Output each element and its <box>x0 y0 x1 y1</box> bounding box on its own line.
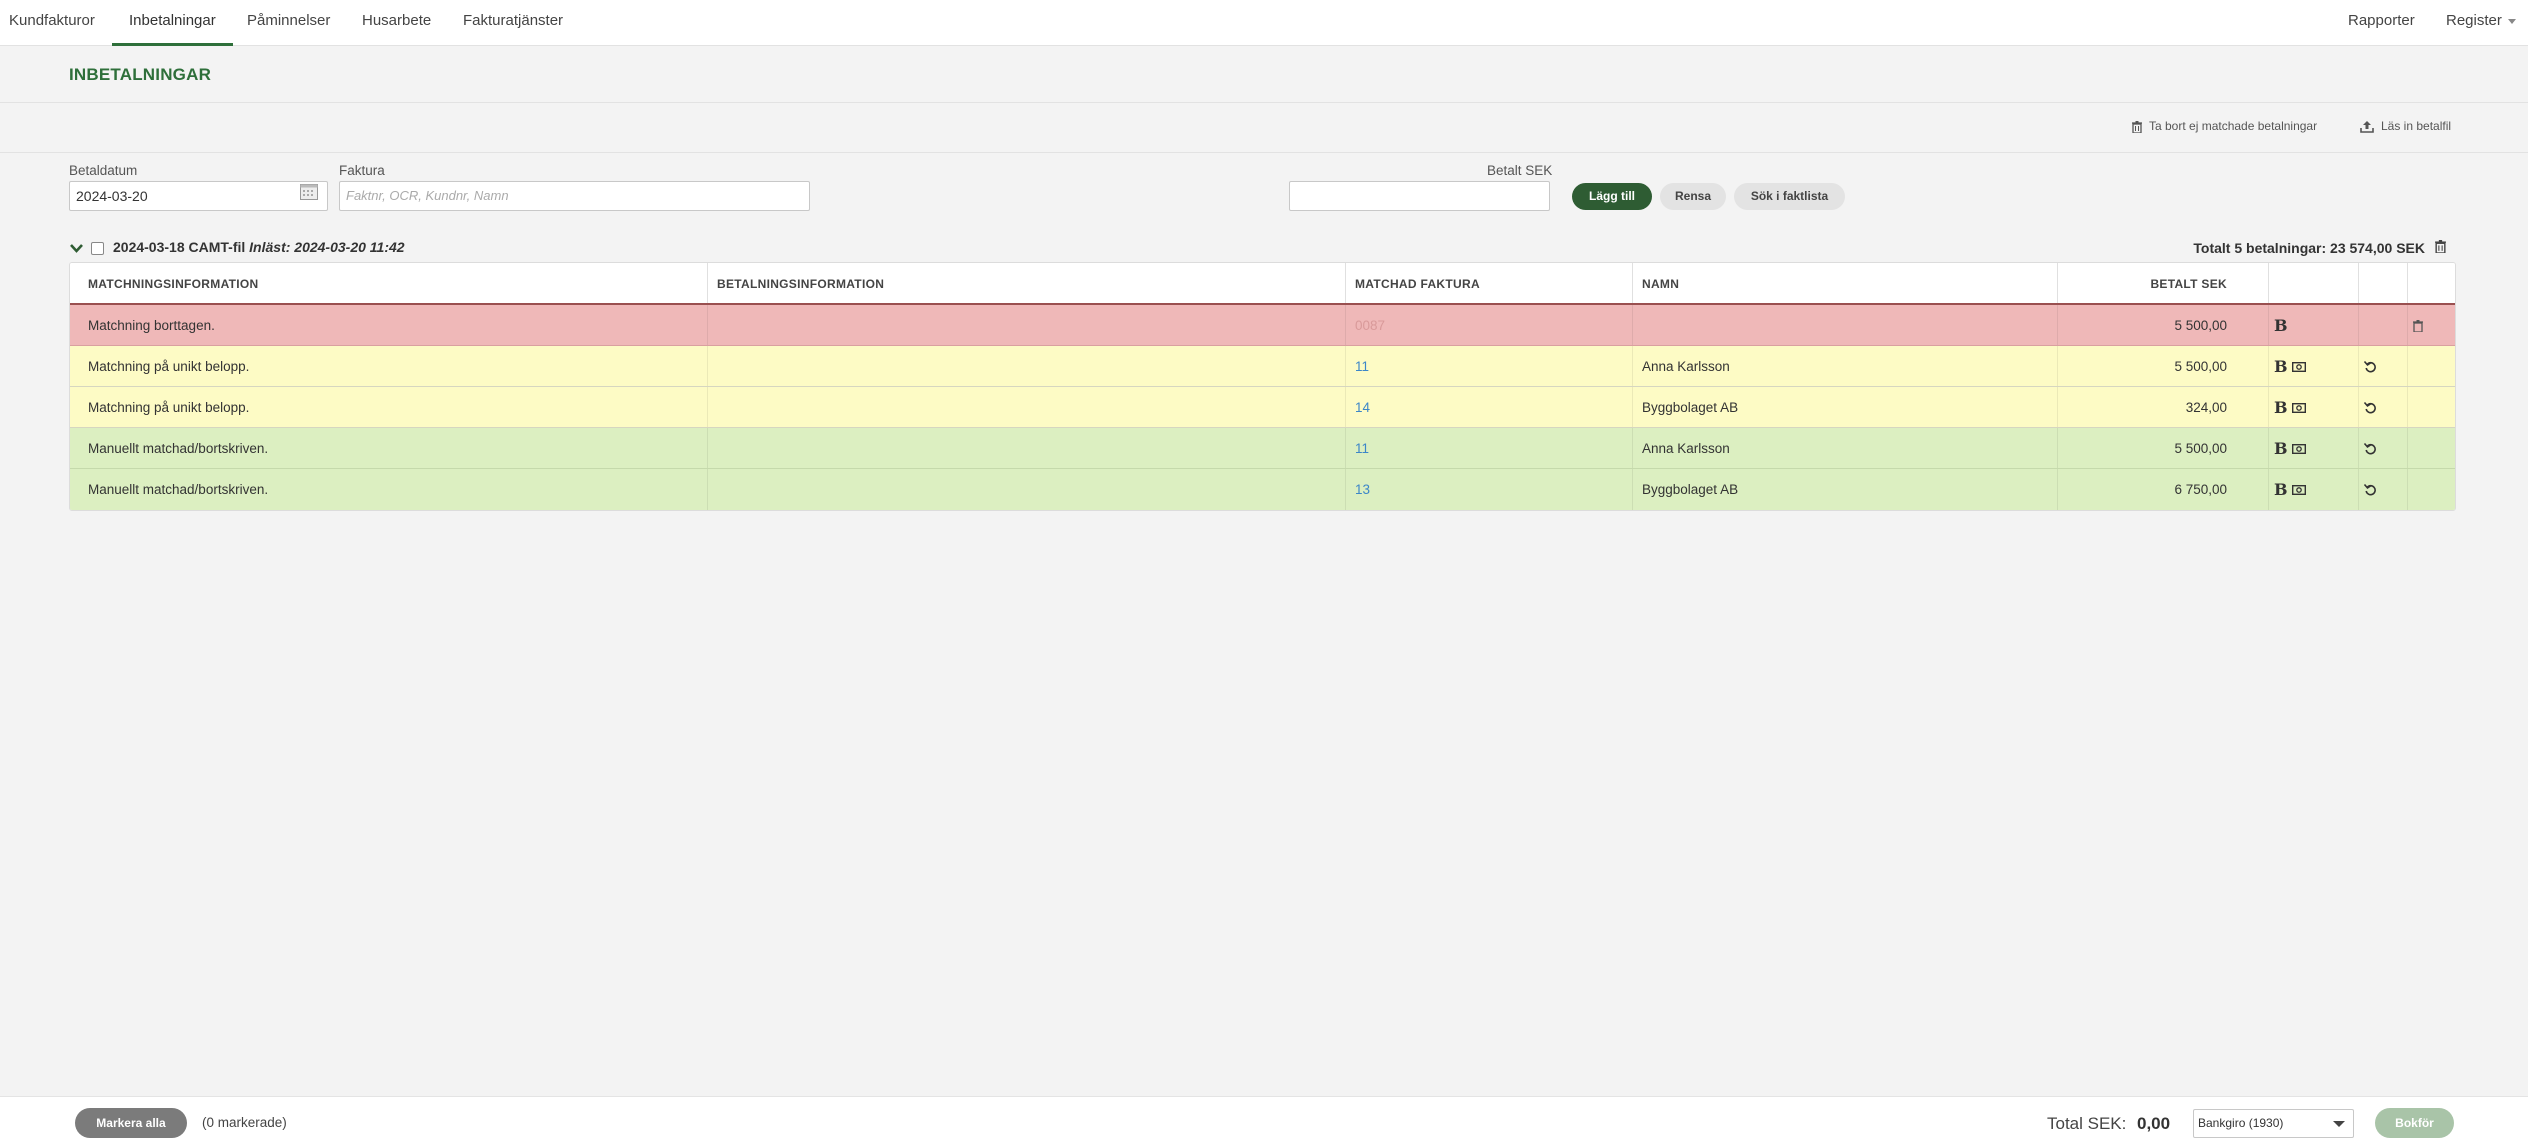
group-title: 2024-03-18 CAMT-fil Inläst: 2024-03-20 1… <box>113 239 405 255</box>
receipt-icon[interactable] <box>2292 485 2306 495</box>
matched-invoice-link[interactable]: 14 <box>1355 387 1370 428</box>
customer-name: Byggbolaget AB <box>1642 482 1739 497</box>
tab-fakturatjanster[interactable]: Fakturatjänster <box>446 0 580 46</box>
trash-icon[interactable] <box>2413 320 2423 332</box>
col-matched-invoice[interactable]: MATCHAD FAKTURA <box>1355 263 1480 305</box>
paid-amount: 6 750,00 <box>2174 482 2227 497</box>
b-icon[interactable]: B <box>2274 387 2288 428</box>
col-payment-info[interactable]: BETALNINGSINFORMATION <box>717 263 884 305</box>
receipt-icon[interactable] <box>2292 444 2306 454</box>
group-loaded-time: Inläst: 2024-03-20 11:42 <box>249 239 405 255</box>
table-header: MATCHNINGSINFORMATION BETALNINGSINFORMAT… <box>70 263 2455 305</box>
paid-amount-label: Betalt SEK <box>1487 163 1553 178</box>
add-button[interactable]: Lägg till <box>1572 183 1652 210</box>
b-icon[interactable]: B <box>2274 305 2288 346</box>
footer-bar: Markera alla (0 markerade) Total SEK: 0,… <box>0 1096 2528 1148</box>
book-button[interactable]: Bokför <box>2375 1108 2454 1138</box>
upload-icon <box>2360 120 2374 133</box>
matched-invoice-link[interactable]: 11 <box>1355 428 1369 469</box>
customer-name: Anna Karlsson <box>1642 359 1730 374</box>
invoice-search-input[interactable]: Faktnr, OCR, Kundnr, Namn <box>339 181 810 211</box>
paid-amount: 5 500,00 <box>2174 359 2227 374</box>
total-label: Total SEK: <box>2047 1114 2127 1133</box>
total-value: 0,00 <box>2137 1114 2171 1133</box>
top-navigation: Kundfakturor Inbetalningar Påminnelser H… <box>0 0 2528 46</box>
account-select-value: Bankgiro (1930) <box>2198 1116 2284 1130</box>
import-file-link[interactable]: Läs in betalfil <box>2360 117 2451 135</box>
trash-icon[interactable] <box>2435 240 2446 253</box>
undo-icon[interactable] <box>2364 442 2377 455</box>
date-label: Betaldatum <box>69 163 138 178</box>
col-paid[interactable]: BETALT SEK <box>2137 263 2227 305</box>
receipt-icon[interactable] <box>2292 403 2306 413</box>
reports-menu[interactable]: Rapporter <box>2348 0 2415 46</box>
matching-info: Manuellt matchad/bortskriven. <box>88 482 269 497</box>
account-select[interactable]: Bankgiro (1930) <box>2193 1109 2354 1138</box>
table-row[interactable]: Matchning på unikt belopp. 14 Byggbolaget … <box>70 387 2455 428</box>
tab-paminnelser[interactable]: Påminnelser <box>230 0 347 46</box>
divider <box>0 152 2528 153</box>
table-row[interactable]: Manuellt matchad/bortskriven. 13 Byggbolag… <box>70 469 2455 510</box>
search-invoice-list-button[interactable]: Sök i faktlista <box>1734 183 1845 210</box>
group-total: Totalt 5 betalningar: 23 574,00 SEK <box>2193 240 2425 256</box>
table-body: Matchning borttagen. 0087 5 500,00 B Matchni… <box>70 305 2455 510</box>
paid-amount: 5 500,00 <box>2174 441 2227 456</box>
matching-info: Matchning på unikt belopp. <box>88 400 250 415</box>
paid-amount-input[interactable] <box>1289 181 1550 211</box>
group-checkbox[interactable] <box>91 242 104 255</box>
undo-icon[interactable] <box>2364 401 2377 414</box>
delete-unmatched-link[interactable]: Ta bort ej matchade betalningar <box>2132 117 2317 135</box>
caret-down-icon <box>2507 18 2516 24</box>
matched-invoice-link[interactable]: 0087 <box>1355 305 1385 346</box>
b-icon[interactable]: B <box>2274 346 2288 387</box>
matching-info: Matchning borttagen. <box>88 318 215 333</box>
tab-husarbete[interactable]: Husarbete <box>345 0 448 46</box>
table-row[interactable]: Matchning på unikt belopp. 11 Anna Karlsso… <box>70 346 2455 387</box>
matched-invoice-link[interactable]: 13 <box>1355 469 1370 510</box>
tab-kundfakturor[interactable]: Kundfakturor <box>0 0 112 46</box>
date-input[interactable]: 2024-03-20 <box>69 181 328 211</box>
undo-icon[interactable] <box>2364 483 2377 496</box>
payments-table: MATCHNINGSINFORMATION BETALNINGSINFORMAT… <box>69 262 2456 511</box>
select-all-button[interactable]: Markera alla <box>75 1108 187 1138</box>
register-label: Register <box>2446 12 2502 29</box>
receipt-icon[interactable] <box>2292 362 2306 372</box>
matching-info: Matchning på unikt belopp. <box>88 359 250 374</box>
delete-unmatched-label: Ta bort ej matchade betalningar <box>2149 119 2318 133</box>
import-file-label: Läs in betalfil <box>2381 119 2452 133</box>
customer-name: Byggbolaget AB <box>1642 400 1739 415</box>
marked-count: (0 markerade) <box>202 1115 287 1130</box>
paid-amount: 324,00 <box>2185 400 2227 415</box>
chevron-down-icon[interactable] <box>69 241 84 254</box>
register-menu[interactable]: Register <box>2446 0 2516 46</box>
calendar-icon[interactable] <box>300 183 318 200</box>
divider <box>0 102 2528 103</box>
undo-icon[interactable] <box>2364 360 2377 373</box>
paid-amount: 5 500,00 <box>2174 318 2227 333</box>
trash-icon <box>2132 120 2142 134</box>
group-file-name: 2024-03-18 CAMT-fil <box>113 239 246 255</box>
matching-info: Manuellt matchad/bortskriven. <box>88 441 269 456</box>
tab-inbetalningar[interactable]: Inbetalningar <box>112 0 233 46</box>
col-name[interactable]: NAMN <box>1642 263 1679 305</box>
table-row[interactable]: Manuellt matchad/bortskriven. 11 Anna Karl… <box>70 428 2455 469</box>
invoice-label: Faktura <box>339 163 385 178</box>
page-title: INBETALNINGAR <box>69 65 212 84</box>
table-row[interactable]: Matchning borttagen. 0087 5 500,00 B <box>70 305 2455 346</box>
col-matching[interactable]: MATCHNINGSINFORMATION <box>88 263 259 305</box>
matched-invoice-link[interactable]: 11 <box>1355 346 1369 387</box>
customer-name: Anna Karlsson <box>1642 441 1730 456</box>
b-icon[interactable]: B <box>2274 469 2288 510</box>
dropdown-arrow-icon <box>2333 1121 2345 1127</box>
b-icon[interactable]: B <box>2274 428 2288 469</box>
clear-button[interactable]: Rensa <box>1660 183 1726 210</box>
